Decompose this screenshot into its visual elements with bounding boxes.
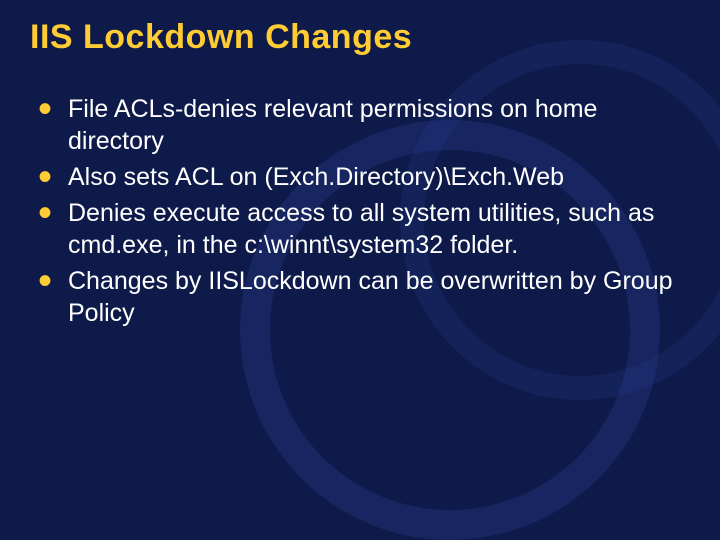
slide-body: • File ACLs-denies relevant permissions … — [0, 57, 720, 329]
list-item: • Denies execute access to all system ut… — [68, 197, 680, 261]
slide-title: IIS Lockdown Changes — [0, 0, 720, 57]
list-item: • File ACLs-denies relevant permissions … — [68, 93, 680, 157]
list-item-text: Changes by IISLockdown can be overwritte… — [68, 267, 673, 327]
slide: IIS Lockdown Changes • File ACLs-denies … — [0, 0, 720, 540]
list-item-text: Denies execute access to all system util… — [68, 199, 654, 259]
bullet-icon: • — [38, 89, 52, 129]
list-item-text: File ACLs-denies relevant permissions on… — [68, 95, 597, 155]
bullet-icon: • — [38, 193, 52, 233]
list-item-text: Also sets ACL on (Exch.Directory)\Exch.W… — [68, 163, 564, 191]
list-item: • Also sets ACL on (Exch.Directory)\Exch… — [68, 161, 680, 193]
bullet-icon: • — [38, 261, 52, 301]
list-item: • Changes by IISLockdown can be overwrit… — [68, 265, 680, 329]
